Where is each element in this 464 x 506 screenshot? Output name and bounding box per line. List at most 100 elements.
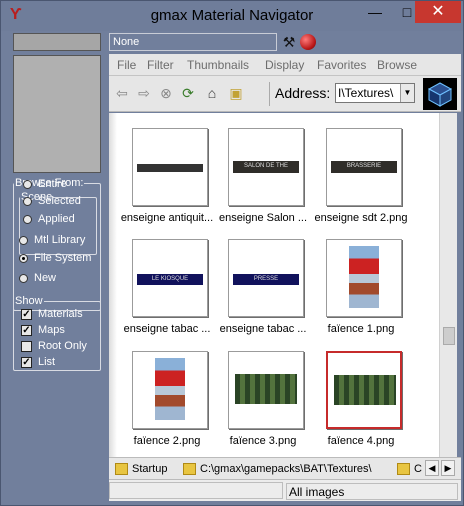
checkbox-root-only[interactable]: [21, 340, 32, 352]
material-preview: [13, 55, 101, 173]
radio-file-system[interactable]: [19, 253, 28, 263]
source-option-mtl-library[interactable]: Mtl Library: [19, 232, 85, 248]
green-texture: [334, 375, 396, 405]
menu-thumbnails[interactable]: Thumbnails: [187, 58, 249, 72]
pick-material-icon[interactable]: ⚒: [281, 34, 297, 50]
banner-text: SALON DE THE: [244, 163, 288, 169]
banner-text: PRESSE: [253, 276, 279, 282]
menu-filter[interactable]: Filter: [147, 58, 174, 72]
close-button[interactable]: ✕: [415, 1, 461, 23]
address-value: I\Textures\: [338, 86, 394, 100]
file-label: faïence 1.png: [327, 323, 395, 335]
scroll-right-icon[interactable]: ▶: [441, 460, 455, 476]
file-tile[interactable]: faïence 3.png: [217, 342, 309, 454]
banner-text: LE KIOSQUE: [151, 276, 189, 282]
file-tile[interactable]: faïence 2.png: [121, 342, 213, 454]
favorite-label: C:\gmax\gamepacks\BAT\Textures\: [200, 463, 372, 475]
radio-applied[interactable]: [23, 214, 32, 224]
file-label: enseigne tabac ...: [123, 323, 211, 335]
scene-option-label: Selected: [38, 195, 81, 207]
source-option-label: Mtl Library: [34, 234, 86, 246]
checkbox-materials[interactable]: ✓: [21, 308, 32, 320]
menu-file[interactable]: File: [117, 58, 136, 72]
source-option-new[interactable]: New: [19, 270, 56, 286]
back-arrow-icon[interactable]: ⇦: [113, 84, 131, 102]
source-option-file-system[interactable]: File System: [19, 250, 91, 266]
scene-option-label: Applied: [38, 213, 75, 225]
refresh-icon[interactable]: ⟳: [179, 84, 197, 102]
file-thumbnail: LE KIOSQUE: [132, 239, 208, 317]
checkbox-list[interactable]: ✓: [21, 356, 32, 368]
favorite-textures-path[interactable]: C:\gmax\gamepacks\BAT\Textures\: [183, 460, 391, 478]
show-option-label: Root Only: [38, 340, 87, 352]
checkbox-maps[interactable]: ✓: [21, 324, 32, 336]
file-label: faïence 4.png: [327, 435, 395, 447]
source-option-label: New: [34, 272, 57, 284]
favorite-label: Startup: [132, 463, 168, 475]
folder-icon: [115, 463, 128, 475]
radio-new[interactable]: [19, 273, 28, 283]
address-dropdown[interactable]: I\Textures\ ▼: [335, 83, 415, 103]
scene-option-label: Entire: [38, 178, 67, 190]
scrollbar-thumb[interactable]: [443, 327, 455, 345]
vertical-scrollbar[interactable]: [439, 113, 457, 457]
file-tile[interactable]: faïence 1.png: [315, 230, 407, 342]
status-pane-left: [109, 482, 283, 499]
stop-icon[interactable]: ⊗: [157, 84, 175, 102]
show-option-label: Maps: [38, 324, 65, 336]
file-thumbnail: BRASSERIE: [326, 128, 402, 206]
show-option-materials[interactable]: ✓ Materials: [21, 306, 83, 322]
home-icon[interactable]: ⌂: [203, 84, 221, 102]
menu-display[interactable]: Display: [265, 58, 304, 72]
folder-up-icon[interactable]: ▣: [227, 84, 245, 102]
toolbar: ⇦ ⇨ ⊗ ⟳ ⌂ ▣ Address: I\Textures\ ▼: [109, 76, 461, 112]
folder-icon: [183, 463, 196, 475]
file-tile[interactable]: BRASSERIE enseigne sdt 2.png: [315, 119, 407, 231]
favorites-bar: Startup C:\gmax\gamepacks\BAT\Textures\ …: [109, 457, 461, 479]
show-option-root-only[interactable]: Root Only: [21, 338, 87, 354]
banner-texture: LE KIOSQUE: [137, 274, 203, 285]
favorite-label: C:: [414, 463, 423, 475]
favorite-c-drive[interactable]: C:: [397, 460, 423, 478]
material-name-field[interactable]: None: [109, 33, 277, 51]
chevron-down-icon[interactable]: ▼: [400, 84, 414, 102]
forward-arrow-icon[interactable]: ⇨: [135, 84, 153, 102]
menu-browse[interactable]: Browse: [377, 58, 417, 72]
file-tile[interactable]: LE KIOSQUE enseigne tabac ...: [121, 230, 213, 342]
minimize-button[interactable]: —: [359, 1, 391, 23]
banner-text: BRASSERIE: [346, 163, 382, 169]
radio-selected[interactable]: [23, 196, 32, 206]
status-bar: All images: [109, 479, 461, 501]
scene-option-selected[interactable]: Selected: [23, 193, 81, 209]
file-thumbnail: [326, 351, 402, 429]
left-panel: Browse From: Scene Entire Selected Appli…: [9, 31, 105, 451]
file-tile[interactable]: PRESSE enseigne tabac ...: [217, 230, 309, 342]
file-label: enseigne antiquit...: [120, 212, 214, 224]
file-tile[interactable]: enseigne antiquit...: [121, 119, 213, 231]
file-label: faïence 3.png: [229, 435, 297, 447]
banner-texture: PRESSE: [233, 274, 299, 285]
tile-texture: [349, 246, 379, 308]
show-option-label: Materials: [38, 308, 83, 320]
show-option-list[interactable]: ✓ List: [21, 354, 55, 370]
address-label: Address:: [275, 85, 331, 101]
menu-favorites[interactable]: Favorites: [317, 58, 366, 72]
tile-texture: [155, 358, 185, 420]
scene-option-applied[interactable]: Applied: [23, 211, 75, 227]
radio-entire[interactable]: [23, 179, 32, 189]
file-browser-area[interactable]: enseigne antiquit... SALON DE THE enseig…: [109, 113, 439, 457]
show-option-maps[interactable]: ✓ Maps: [21, 322, 65, 338]
material-sphere-icon[interactable]: [300, 34, 316, 50]
title-bar[interactable]: Ƴ gmax Material Navigator — □ ✕: [1, 1, 463, 31]
file-thumbnail: [132, 128, 208, 206]
favorite-startup[interactable]: Startup: [115, 460, 175, 478]
material-navigator-window: Ƴ gmax Material Navigator — □ ✕ Browse F…: [0, 0, 464, 506]
file-tile-selected[interactable]: faïence 4.png: [315, 342, 407, 454]
scene-option-entire[interactable]: Entire: [23, 176, 67, 192]
gmax-cube-logo: [423, 78, 457, 110]
scroll-left-icon[interactable]: ◀: [425, 460, 439, 476]
radio-mtl-library[interactable]: [19, 235, 28, 245]
status-text: All images: [286, 483, 458, 500]
file-thumbnail: SALON DE THE: [228, 128, 304, 206]
file-tile[interactable]: SALON DE THE enseigne Salon ...: [217, 119, 309, 231]
